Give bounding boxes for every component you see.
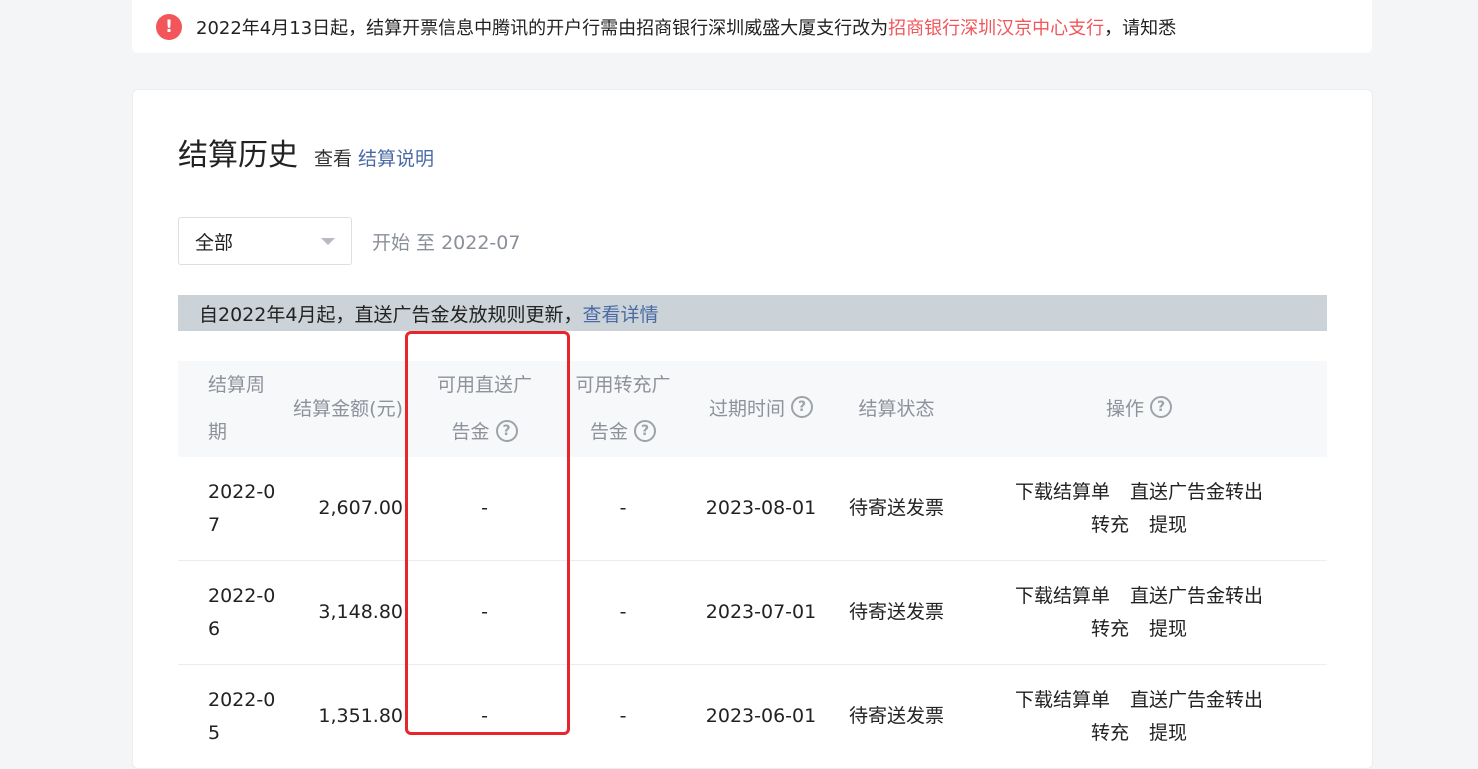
cell-ops: 下载结算单 直送广告金转出 转充 提现 xyxy=(951,457,1327,561)
cell-status: 待寄送发票 xyxy=(842,664,951,769)
help-icon[interactable]: ? xyxy=(1150,396,1172,418)
cell-ops: 下载结算单 直送广告金转出 转充 提现 xyxy=(951,560,1327,665)
help-icon[interactable]: ? xyxy=(791,396,813,418)
th-amount: 结算金额(元) xyxy=(292,361,403,457)
th-direct-ad-fund: 可用直送广 告金? xyxy=(403,361,566,457)
cell-expire: 2023-08-01 xyxy=(680,457,842,561)
cell-period: 2022-0 5 xyxy=(178,664,292,769)
cell-ops: 下载结算单 直送广告金转出 转充 提现 xyxy=(951,664,1327,769)
cell-amount: 3,148.80 xyxy=(292,560,403,665)
cell-transfer: - xyxy=(566,560,680,665)
cell-transfer: - xyxy=(566,664,680,769)
table-row: 2022-0 7 2,607.00 - - 2023-08-01 待寄送发票 下载… xyxy=(178,457,1327,561)
view-details-link[interactable]: 查看详情 xyxy=(582,300,658,327)
cell-period: 2022-0 7 xyxy=(178,457,292,561)
settlement-history-card: 结算历史 查看 结算说明 全部 开始 至 2022-07 自2022年4月起，直… xyxy=(132,89,1373,769)
download-statement-link[interactable]: 下载结算单 xyxy=(1015,481,1110,503)
recharge-link[interactable]: 转充 xyxy=(1091,618,1129,640)
recharge-link[interactable]: 转充 xyxy=(1091,722,1129,744)
download-statement-link[interactable]: 下载结算单 xyxy=(1015,689,1110,711)
direct-fund-transfer-out-link[interactable]: 直送广告金转出 xyxy=(1130,689,1263,711)
cell-direct: - xyxy=(403,560,566,665)
filter-row: 全部 开始 至 2022-07 xyxy=(178,217,520,265)
notice-highlight: 招商银行深圳汉京中心支行 xyxy=(888,17,1105,39)
settlement-explain-link[interactable]: 结算说明 xyxy=(358,144,434,171)
table-header-row: 结算周期 结算金额(元) 可用直送广 告金? 可用转充广 告金? 过期时间? 结算状… xyxy=(178,361,1327,457)
banner-text: 自2022年4月起，直送广告金发放规则更新， xyxy=(199,303,583,326)
th-status: 结算状态 xyxy=(842,361,951,457)
direct-fund-transfer-out-link[interactable]: 直送广告金转出 xyxy=(1130,585,1263,607)
alert-icon: ! xyxy=(156,13,182,40)
cell-transfer: - xyxy=(566,457,680,561)
table-row: 2022-0 6 3,148.80 - - 2023-07-01 待寄送发票 下载… xyxy=(178,560,1327,665)
recharge-link[interactable]: 转充 xyxy=(1091,514,1129,536)
cell-expire: 2023-06-01 xyxy=(680,664,842,769)
notice-bar: ! 2022年4月13日起，结算开票信息中腾讯的开户行需由招商银行深圳威盛大厦支… xyxy=(132,0,1372,53)
th-transfer-ad-fund: 可用转充广 告金? xyxy=(566,361,680,457)
cell-amount: 2,607.00 xyxy=(292,457,403,561)
cell-expire: 2023-07-01 xyxy=(680,560,842,665)
caret-down-icon xyxy=(321,237,335,245)
withdraw-link[interactable]: 提现 xyxy=(1149,722,1187,744)
cell-status: 待寄送发票 xyxy=(842,457,951,561)
cell-period: 2022-0 6 xyxy=(178,560,292,665)
cell-status: 待寄送发票 xyxy=(842,560,951,665)
cell-direct: - xyxy=(403,457,566,561)
help-icon[interactable]: ? xyxy=(495,419,518,442)
rule-update-banner: 自2022年4月起，直送广告金发放规则更新， 查看详情 xyxy=(178,295,1327,331)
withdraw-link[interactable]: 提现 xyxy=(1149,618,1187,640)
th-period: 结算周期 xyxy=(178,361,292,457)
date-range-picker[interactable]: 开始 至 2022-07 xyxy=(372,228,520,255)
page-title: 结算历史 xyxy=(178,138,298,173)
cell-amount: 1,351.80 xyxy=(292,664,403,769)
download-statement-link[interactable]: 下载结算单 xyxy=(1015,585,1110,607)
table-row: 2022-0 5 1,351.80 - - 2023-06-01 待寄送发票 下载… xyxy=(178,664,1327,769)
help-icon[interactable]: ? xyxy=(634,419,656,442)
settlement-table: 结算周期 结算金额(元) 可用直送广 告金? 可用转充广 告金? 过期时间? 结算状… xyxy=(178,361,1327,769)
cell-direct: - xyxy=(403,664,566,769)
status-select-value: 全部 xyxy=(195,231,234,254)
view-label: 查看 xyxy=(314,148,353,170)
title-row: 结算历史 查看 结算说明 xyxy=(178,130,434,174)
status-select[interactable]: 全部 xyxy=(178,217,352,265)
th-expire: 过期时间? xyxy=(680,361,842,457)
th-ops: 操作? xyxy=(951,361,1327,457)
withdraw-link[interactable]: 提现 xyxy=(1149,514,1187,536)
notice-text: 2022年4月13日起，结算开票信息中腾讯的开户行需由招商银行深圳威盛大厦支行改… xyxy=(196,17,1177,39)
direct-fund-transfer-out-link[interactable]: 直送广告金转出 xyxy=(1130,481,1263,503)
